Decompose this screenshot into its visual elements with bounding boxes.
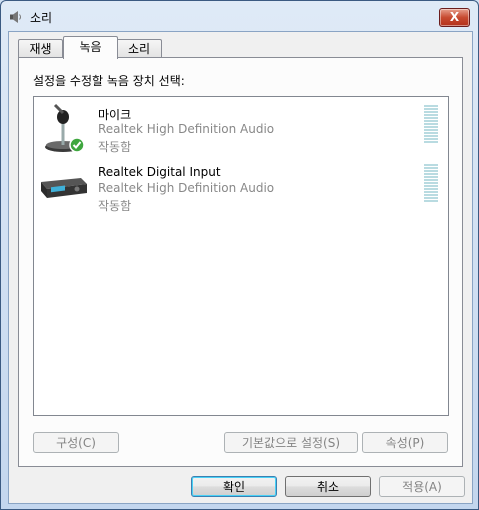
device-description: Realtek High Definition Audio (98, 181, 275, 195)
tab-recording-label: 녹음 (79, 40, 102, 54)
digital-input-device-icon (41, 178, 87, 198)
close-icon: X (449, 10, 460, 24)
cancel-button[interactable]: 취소 (285, 476, 371, 497)
level-meter (424, 105, 438, 145)
list-item-digital-input[interactable]: Realtek Digital Input Realtek High Defin… (34, 158, 448, 214)
set-default-button[interactable]: 기본값으로 설정(S) (224, 432, 358, 453)
microphone-icon (45, 103, 85, 153)
properties-button[interactable]: 속성(P) (362, 432, 448, 453)
list-item-microphone[interactable]: 마이크 Realtek High Definition Audio 작동함 (34, 99, 448, 155)
ok-button[interactable]: 확인 (191, 476, 277, 497)
device-status: 작동함 (98, 140, 132, 154)
device-name: Realtek Digital Input (98, 165, 221, 179)
tab-sounds[interactable]: 소리 (116, 39, 162, 58)
tab-sounds-label: 소리 (127, 42, 151, 56)
recording-device-list[interactable]: 마이크 Realtek High Definition Audio 작동함 Re… (33, 96, 449, 416)
device-description: Realtek High Definition Audio (98, 122, 275, 136)
recording-tab-panel: 설정을 수정할 녹음 장치 선택: 마이크 Realtek High Defin… (18, 57, 463, 467)
level-meter (424, 164, 438, 204)
close-button[interactable]: X (439, 8, 470, 27)
tab-playback-label: 재생 (29, 42, 52, 56)
dialog-client-area: 재생 녹음 소리 설정을 수정할 녹음 장치 선택: 마이크 Realtek H… (8, 31, 473, 504)
configure-button[interactable]: 구성(C) (33, 432, 119, 453)
apply-button[interactable]: 적용(A) (379, 476, 465, 497)
window-title: 소리 (30, 11, 53, 25)
title-bar[interactable]: 소리 X (1, 1, 478, 31)
device-name: 마이크 (98, 108, 132, 122)
instruction-text: 설정을 수정할 녹음 장치 선택: (33, 74, 185, 88)
tab-playback[interactable]: 재생 (18, 39, 63, 58)
device-status: 작동함 (98, 199, 132, 213)
speaker-icon (10, 11, 21, 23)
tab-recording[interactable]: 녹음 (63, 36, 118, 59)
sound-dialog-window: 소리 X 재생 녹음 소리 설정을 수정할 녹음 장치 선택: 마이크 Real… (0, 0, 479, 510)
